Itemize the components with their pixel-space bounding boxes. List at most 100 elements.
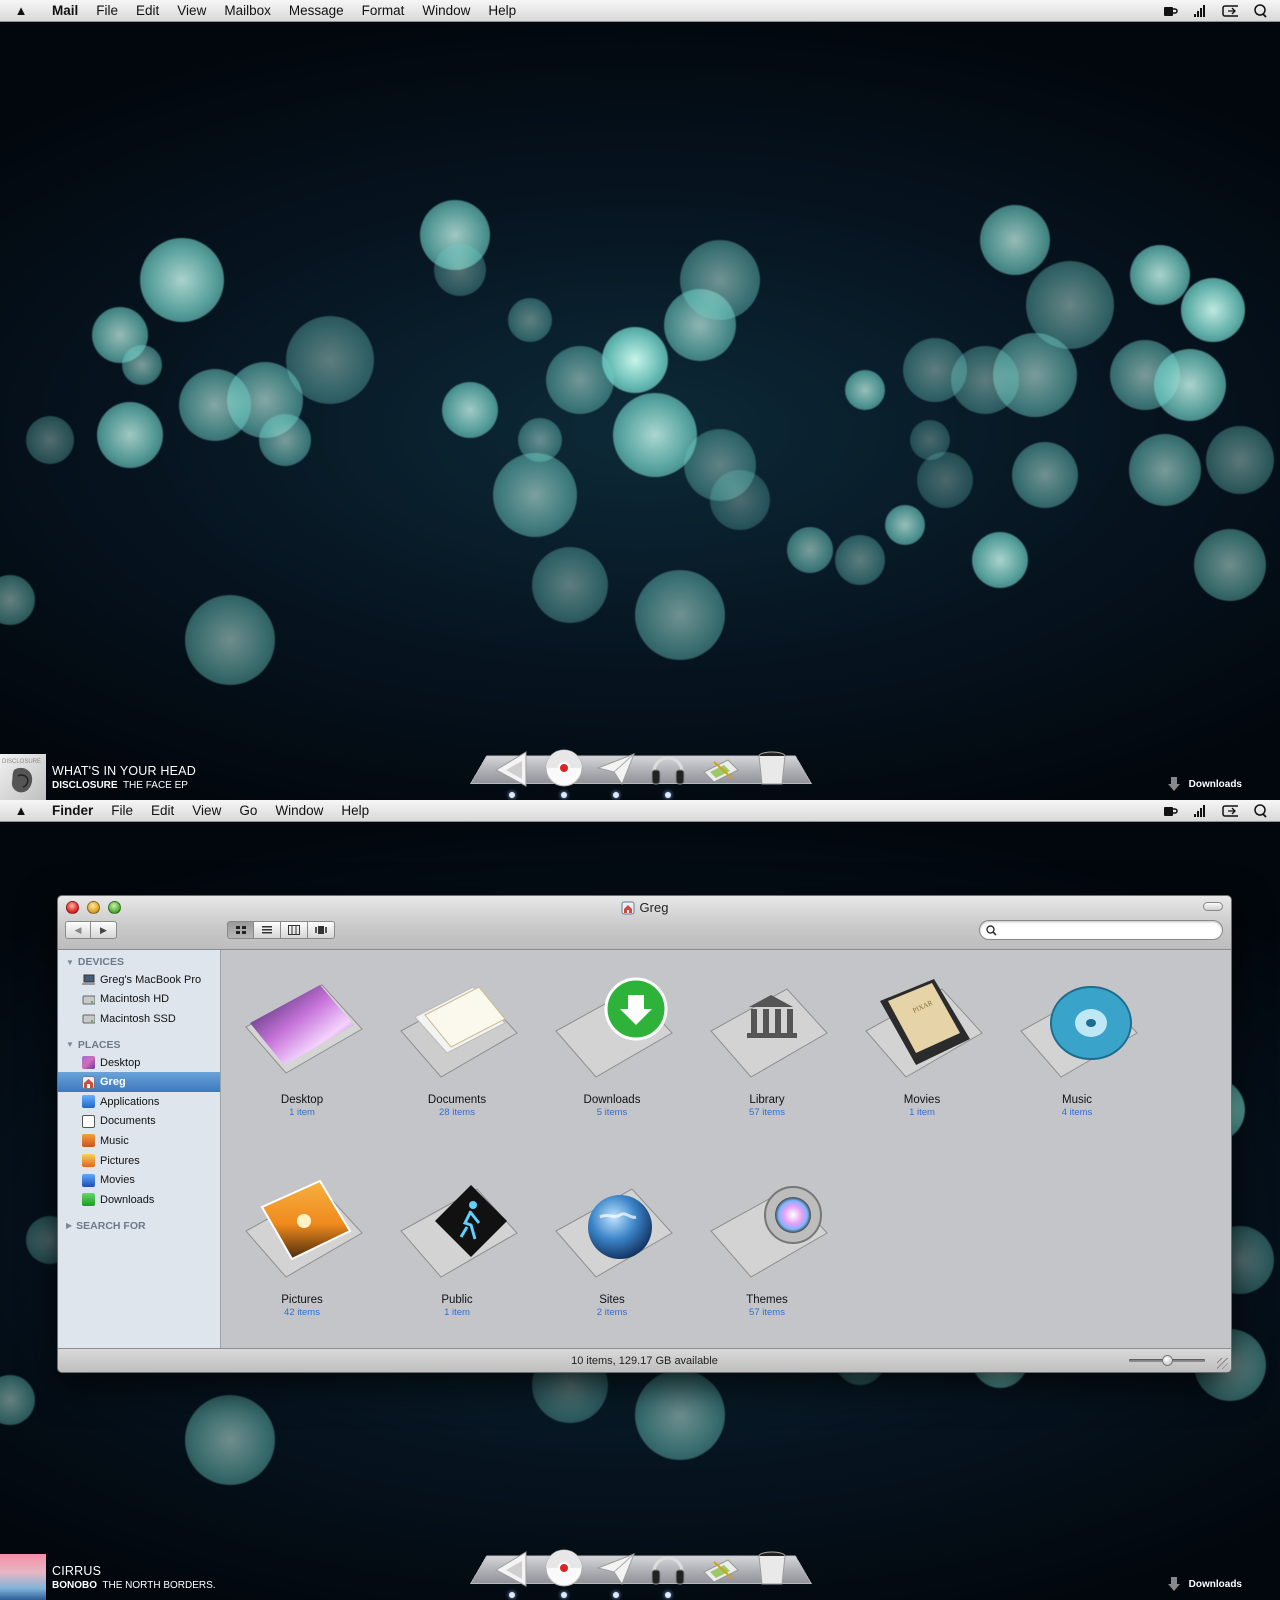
- icon-size-slider[interactable]: [1129, 1355, 1205, 1366]
- column-view-button[interactable]: [281, 921, 308, 939]
- file-name: Documents: [427, 1094, 487, 1106]
- documents-folder-icon: [400, 986, 518, 1078]
- menu-format[interactable]: Format: [353, 3, 414, 18]
- menu-message[interactable]: Message: [280, 3, 353, 18]
- menu-file[interactable]: File: [87, 3, 127, 18]
- bokeh-light: [0, 575, 35, 625]
- bokeh-light: [684, 429, 756, 501]
- file-name: Pictures: [281, 1294, 323, 1306]
- album-art-disclosure[interactable]: DISCLOSURE: [0, 754, 46, 800]
- menu-window[interactable]: Window: [266, 803, 332, 818]
- forward-button[interactable]: ▶: [91, 921, 117, 939]
- menu-app-name[interactable]: Finder: [42, 803, 102, 818]
- headphones-icon[interactable]: [648, 1546, 688, 1598]
- menu-window[interactable]: Window: [413, 3, 479, 18]
- sidebar-item-label: Documents: [100, 1115, 156, 1128]
- sidebar-item-documents[interactable]: Documents: [58, 1112, 220, 1132]
- spotlight-icon[interactable]: [1252, 3, 1268, 18]
- slider-knob[interactable]: [1162, 1355, 1173, 1366]
- back-button[interactable]: ◀: [65, 921, 91, 939]
- sidebar-item-pictures[interactable]: Pictures: [58, 1151, 220, 1171]
- resize-handle[interactable]: [1217, 1358, 1228, 1369]
- sidebar-item-macbook-pro[interactable]: Greg's MacBook Pro: [58, 970, 220, 990]
- wifi-signal-icon[interactable]: [1192, 804, 1208, 818]
- folder-documents[interactable]: Documents 28 items: [392, 962, 522, 1118]
- folder-downloads[interactable]: Downloads 5 items: [547, 962, 677, 1118]
- search-field[interactable]: [979, 920, 1223, 940]
- sidebar-item-movies[interactable]: Movies: [58, 1170, 220, 1190]
- caffeine-icon[interactable]: [1162, 4, 1178, 18]
- sidebar-item-greg[interactable]: Greg: [58, 1072, 220, 1092]
- browser-icon[interactable]: [544, 1546, 584, 1598]
- menu-app-name[interactable]: Mail: [42, 3, 87, 18]
- pictures-icon: [82, 1154, 95, 1168]
- places-header: PLACES: [77, 1038, 121, 1051]
- downloads-icon: [82, 1193, 95, 1207]
- sidebar-item-downloads[interactable]: Downloads: [58, 1190, 220, 1210]
- menu-help[interactable]: Help: [479, 3, 525, 18]
- file-name: Movies: [903, 1094, 941, 1106]
- folder-music[interactable]: Music 4 items: [1012, 962, 1142, 1118]
- preview-icon[interactable]: [700, 1546, 740, 1590]
- folder-themes[interactable]: Themes 57 items: [702, 1162, 832, 1318]
- bokeh-light: [1129, 434, 1201, 506]
- wifi-signal-icon[interactable]: [1192, 4, 1208, 18]
- bokeh-light: [1181, 278, 1245, 342]
- sidebar-item-macintosh-ssd[interactable]: Macintosh SSD: [58, 1009, 220, 1029]
- apple-menu-icon[interactable]: ▲: [0, 3, 42, 18]
- bokeh-light: [1110, 340, 1180, 410]
- disclosure-triangle-collapsed-icon[interactable]: ▶: [66, 1221, 72, 1230]
- search-input[interactable]: [1002, 924, 1202, 936]
- bokeh-light: [1130, 245, 1190, 305]
- coverflow-view-button[interactable]: [308, 921, 335, 939]
- folder-library[interactable]: Library 57 items: [702, 962, 832, 1118]
- disclosure-triangle-icon[interactable]: ▼: [66, 1040, 74, 1049]
- folder-public[interactable]: Public 1 item: [392, 1162, 522, 1318]
- toolbar-toggle-button[interactable]: [1203, 902, 1223, 911]
- bokeh-light: [185, 595, 275, 685]
- menu-edit[interactable]: Edit: [127, 3, 168, 18]
- menu-mailbox[interactable]: Mailbox: [215, 3, 280, 18]
- sidebar-section-places[interactable]: ▼ PLACES: [58, 1029, 220, 1053]
- finder-icon[interactable]: [492, 1546, 532, 1598]
- apple-menu-icon[interactable]: ▲: [0, 803, 42, 818]
- mail-icon[interactable]: [596, 1546, 636, 1598]
- menu-view[interactable]: View: [168, 3, 215, 18]
- spotlight-icon[interactable]: [1252, 803, 1268, 818]
- finder-content: Desktop 1 item Documents 28 items Downlo…: [222, 950, 1231, 1350]
- menu-file[interactable]: File: [102, 803, 142, 818]
- icon-view-button[interactable]: [227, 921, 254, 939]
- preview-icon[interactable]: [700, 746, 740, 790]
- headphones-icon[interactable]: [648, 746, 688, 798]
- sidebar-item-desktop[interactable]: Desktop: [58, 1053, 220, 1073]
- folder-pictures[interactable]: Pictures 42 items: [237, 1162, 367, 1318]
- trash-icon[interactable]: [752, 746, 792, 790]
- browser-icon[interactable]: [544, 746, 584, 798]
- sidebar-section-search-for[interactable]: ▶ SEARCH FOR: [58, 1210, 220, 1234]
- bokeh-light: [1194, 529, 1266, 601]
- folder-movies[interactable]: PIXAR Movies 1 item: [857, 962, 987, 1118]
- sidebar-section-devices[interactable]: ▼ DEVICES: [58, 950, 220, 970]
- mail-icon[interactable]: [596, 746, 636, 798]
- disclosure-triangle-icon[interactable]: ▼: [66, 958, 74, 967]
- folder-desktop[interactable]: Desktop 1 item: [237, 962, 367, 1118]
- menu-view[interactable]: View: [183, 803, 230, 818]
- downloads-stack[interactable]: Downloads: [1167, 776, 1242, 792]
- album-art-bonobo[interactable]: [0, 1554, 46, 1600]
- window-title: Greg: [58, 900, 1231, 915]
- downloads-stack[interactable]: Downloads: [1167, 1576, 1242, 1592]
- battery-icon[interactable]: [1222, 4, 1238, 18]
- menu-go[interactable]: Go: [230, 803, 266, 818]
- menu-help[interactable]: Help: [332, 803, 378, 818]
- wallpaper-bokeh: [0, 0, 1280, 800]
- caffeine-icon[interactable]: [1162, 804, 1178, 818]
- menu-edit[interactable]: Edit: [142, 803, 183, 818]
- list-view-button[interactable]: [254, 921, 281, 939]
- finder-icon[interactable]: [492, 746, 532, 798]
- sidebar-item-macintosh-hd[interactable]: Macintosh HD: [58, 990, 220, 1010]
- trash-icon[interactable]: [752, 1546, 792, 1590]
- folder-sites[interactable]: Sites 2 items: [547, 1162, 677, 1318]
- sidebar-item-music[interactable]: Music: [58, 1131, 220, 1151]
- battery-icon[interactable]: [1222, 804, 1238, 818]
- sidebar-item-applications[interactable]: Applications: [58, 1092, 220, 1112]
